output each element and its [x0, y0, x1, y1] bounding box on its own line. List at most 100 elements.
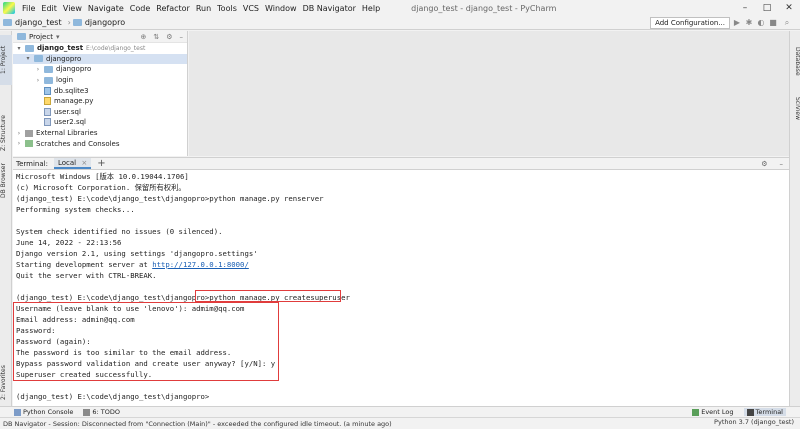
tree-item-login[interactable]: › login: [13, 75, 187, 86]
scratches-icon: [25, 140, 33, 148]
stop-icon[interactable]: ■: [768, 18, 778, 28]
project-view-selector[interactable]: Project: [29, 33, 53, 41]
breadcrumb-root-label: django_test: [15, 18, 62, 27]
menu-code[interactable]: Code: [127, 4, 153, 13]
folder-icon: [34, 55, 43, 63]
chevron-right-icon: ›: [67, 18, 71, 27]
terminal-icon: [746, 408, 754, 416]
close-tab-icon[interactable]: ×: [81, 159, 87, 167]
tree-root[interactable]: ▾ django_test E:\code\django_test: [13, 43, 187, 54]
add-configuration-button[interactable]: Add Configuration...: [650, 17, 730, 29]
menu-window[interactable]: Window: [262, 4, 300, 13]
terminal-line: Quit the server with CTRL-BREAK.: [16, 271, 157, 280]
status-message[interactable]: DB Navigator - Session: Disconnected fro…: [3, 420, 392, 428]
menu-db-navigator[interactable]: DB Navigator: [300, 4, 359, 13]
tree-item-external-libraries[interactable]: › External Libraries: [13, 128, 187, 139]
tree-item-user-sql[interactable]: user.sql: [13, 107, 187, 118]
window-title: django_test - django_test - PyCharm: [411, 3, 557, 13]
chevron-down-icon[interactable]: ▾: [56, 33, 60, 41]
terminal-line: System check identified no issues (0 sil…: [16, 227, 223, 236]
terminal-button[interactable]: Terminal: [743, 408, 786, 416]
editor-area[interactable]: [189, 31, 789, 156]
sql-file-icon: [44, 118, 51, 127]
gear-icon[interactable]: ⚙: [166, 33, 172, 41]
maximize-icon[interactable]: □: [756, 3, 778, 13]
todo-button[interactable]: 6: TODO: [83, 408, 120, 416]
debug-icon[interactable]: ✱: [744, 18, 754, 28]
terminal-label: Terminal: [755, 408, 783, 416]
gear-icon[interactable]: ⚙: [761, 160, 767, 168]
python-console-label: Python Console: [23, 408, 74, 416]
menu-edit[interactable]: Edit: [38, 4, 60, 13]
chevron-right-icon[interactable]: ›: [35, 66, 41, 73]
highlight-box-command: [195, 290, 341, 302]
event-log-button[interactable]: Event Log: [692, 408, 734, 416]
server-url-link[interactable]: http://127.0.0.1:8000/: [152, 260, 249, 269]
menu-tools[interactable]: Tools: [214, 4, 240, 13]
python-file-icon: [44, 97, 51, 106]
project-tree: ▾ django_test E:\code\django_test ▾ djan…: [13, 43, 187, 149]
new-tab-icon[interactable]: +: [97, 158, 105, 169]
highlight-box-output: [13, 302, 279, 381]
folder-icon: [44, 65, 53, 73]
project-view-icon: [17, 33, 26, 40]
collapse-icon[interactable]: ⇅: [153, 33, 159, 41]
menu-refactor[interactable]: Refactor: [153, 4, 193, 13]
structure-tool-button[interactable]: Z: Structure: [0, 111, 12, 155]
library-icon: [25, 129, 33, 137]
chevron-right-icon[interactable]: ›: [16, 140, 22, 147]
favorites-tool-button[interactable]: 2: Favorites: [0, 361, 12, 405]
database-tool-button[interactable]: Database: [790, 41, 800, 81]
tree-item-manage-py[interactable]: manage.py: [13, 96, 187, 107]
python-console-icon: [14, 408, 21, 416]
folder-icon: [3, 19, 12, 26]
tree-root-path: E:\code\django_test: [86, 44, 146, 52]
chevron-right-icon[interactable]: ›: [16, 130, 22, 137]
tree-root-label: django_test: [37, 44, 84, 53]
event-log-icon: [692, 408, 700, 416]
menu-run[interactable]: Run: [193, 4, 214, 13]
folder-icon: [72, 19, 82, 26]
tree-item-user2-sql[interactable]: user2.sql: [13, 117, 187, 128]
terminal-header: Terminal: Local × + ⚙ –: [13, 157, 789, 170]
tree-item-label: djangopro: [46, 54, 82, 63]
tree-item-djangopro[interactable]: ▾ djangopro: [13, 53, 187, 65]
run-icon[interactable]: ▶: [732, 18, 742, 28]
tree-item-djangopro-sub[interactable]: › djangopro: [13, 64, 187, 75]
search-icon[interactable]: ⌕: [782, 18, 792, 28]
chevron-right-icon[interactable]: ›: [35, 77, 41, 84]
project-tool-button[interactable]: 1: Project: [0, 35, 12, 85]
menu-file[interactable]: File: [19, 4, 38, 13]
tree-item-label: manage.py: [54, 97, 94, 106]
tree-item-scratches[interactable]: › Scratches and Consoles: [13, 138, 187, 149]
minimize-icon[interactable]: –: [734, 3, 756, 13]
breadcrumb-root[interactable]: django_test: [3, 18, 62, 27]
menu-navigate[interactable]: Navigate: [85, 4, 127, 13]
sciview-tool-button[interactable]: SciView: [790, 91, 800, 127]
chevron-down-icon[interactable]: ▾: [25, 55, 31, 62]
breadcrumb-child[interactable]: djangopro: [72, 18, 125, 27]
python-console-button[interactable]: Python Console: [14, 408, 73, 416]
hide-icon[interactable]: –: [180, 33, 184, 41]
terminal-output[interactable]: Microsoft Windows [版本 10.0.19044.1706] (…: [13, 170, 789, 406]
menu-bar: File Edit View Navigate Code Refactor Ru…: [0, 0, 800, 16]
db-browser-tool-button[interactable]: DB Browser: [0, 159, 12, 203]
menu-view[interactable]: View: [60, 4, 85, 13]
menu-vcs[interactable]: VCS: [240, 4, 262, 13]
folder-icon: [25, 44, 34, 52]
terminal-title: Terminal:: [16, 159, 48, 168]
tab-local[interactable]: Local ×: [53, 158, 92, 169]
terminal-line: Performing system checks...: [16, 205, 135, 214]
interpreter-selector[interactable]: Python 3.7 (django_test): [714, 418, 794, 426]
event-log-label: Event Log: [701, 408, 734, 416]
chevron-down-icon[interactable]: ▾: [16, 45, 22, 52]
tree-item-db-sqlite3[interactable]: db.sqlite3: [13, 85, 187, 96]
coverage-icon[interactable]: ◐: [756, 18, 766, 28]
locate-icon[interactable]: ⊕: [140, 33, 146, 41]
menu-help[interactable]: Help: [359, 4, 383, 13]
status-bar: DB Navigator - Session: Disconnected fro…: [0, 417, 800, 429]
todo-icon: [83, 408, 91, 416]
close-icon[interactable]: ✕: [778, 3, 800, 13]
hide-icon[interactable]: –: [780, 160, 784, 168]
bottom-tool-bar: Python Console 6: TODO Event Log Termina…: [0, 406, 800, 417]
